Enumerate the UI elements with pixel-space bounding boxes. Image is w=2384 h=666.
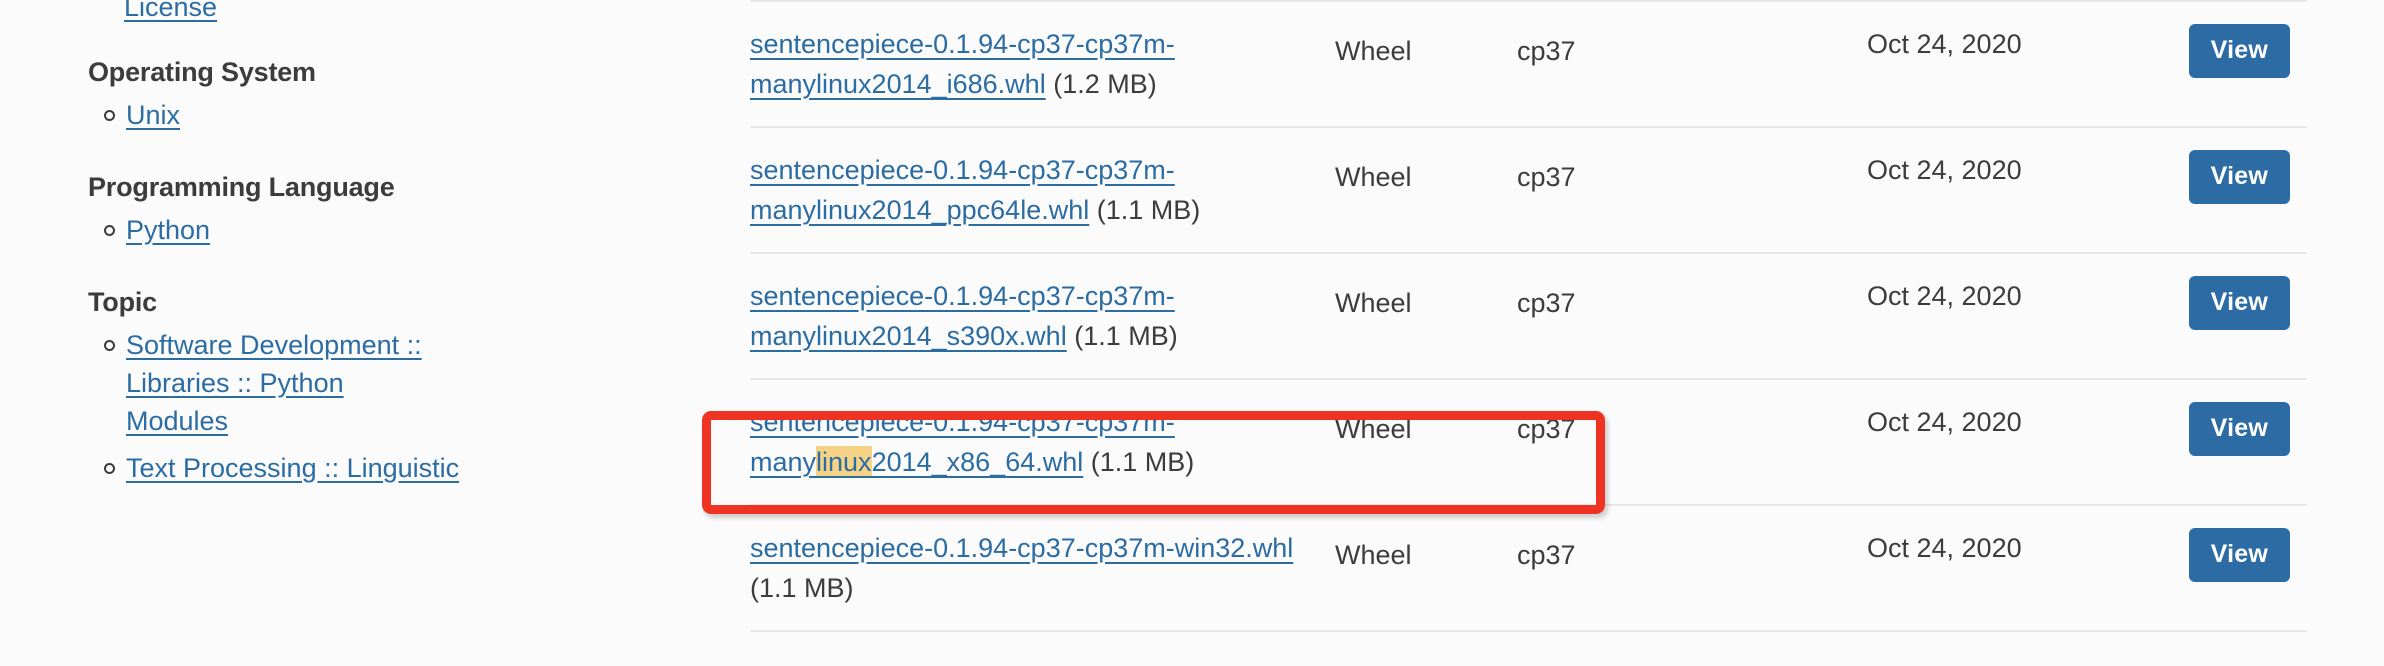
table-row: sentencepiece-0.1.94-cp37-cp37m-manylinu… <box>750 0 2307 126</box>
view-button[interactable]: View <box>2188 528 2290 582</box>
file-size-label: (1.2 MB) <box>1053 69 1157 99</box>
list-item: Python <box>88 211 660 254</box>
file-name-cell: sentencepiece-0.1.94-cp37-cp37m-win32.wh… <box>750 506 1335 630</box>
sidebar-item-list: Python <box>88 211 660 254</box>
sidebar-group: Programming Language Python <box>88 169 660 254</box>
sidebar-link-license[interactable]: License <box>124 0 217 24</box>
table-row: sentencepiece-0.1.94-cp37-cp37m-manylinu… <box>750 126 2307 252</box>
bullet-circle-icon <box>104 110 115 121</box>
sidebar-group: TopicSoftware Development :: Libraries :… <box>88 284 660 492</box>
python-version-cell: cp37 <box>1517 540 1576 570</box>
sidebar-group-heading: Topic <box>88 287 157 317</box>
action-cell: View <box>2129 506 2307 604</box>
table-row: sentencepiece-0.1.94-cp37-cp37m-manylinu… <box>750 252 2307 378</box>
sidebar-item-list: Software Development :: Libraries :: Pyt… <box>88 326 660 492</box>
view-button[interactable]: View <box>2188 150 2290 204</box>
file-name-cell: sentencepiece-0.1.94-cp37-cp37m-manylinu… <box>750 380 1335 504</box>
file-size-label: (1.1 MB) <box>1096 195 1201 225</box>
sidebar-group-list: Operating System Unix Programming Language… <box>88 54 660 492</box>
list-item: Text Processing :: Linguistic <box>88 449 660 492</box>
action-cell: View <box>2129 380 2307 478</box>
python-version-cell: cp37 <box>1517 414 1576 444</box>
python-version-cell: cp37 <box>1517 288 1576 318</box>
file-type-cell: Wheel <box>1335 540 1412 570</box>
sidebar-group: Operating System Unix <box>88 54 660 139</box>
view-button[interactable]: View <box>2188 24 2290 78</box>
sidebar-group-heading: Programming Language <box>88 172 395 202</box>
sidebar-classifier-link[interactable]: Python <box>126 215 210 245</box>
upload-date-cell: Oct 24, 2020 <box>1867 407 2022 437</box>
file-size-label: (1.1 MB) <box>1090 447 1195 477</box>
classifiers-sidebar: License Operating System Unix Programming … <box>0 0 660 666</box>
file-type-cell: Wheel <box>1335 414 1412 444</box>
upload-date-cell: Oct 24, 2020 <box>1867 155 2022 185</box>
python-version-cell: cp37 <box>1517 36 1576 66</box>
table-row: sentencepiece-0.1.94-cp37-cp37m-win32.wh… <box>750 504 2307 632</box>
sidebar-classifier-link[interactable]: Unix <box>126 100 180 130</box>
file-size-label: (1.1 MB) <box>1074 321 1178 351</box>
file-name-cell: sentencepiece-0.1.94-cp37-cp37m-manylinu… <box>750 2 1335 126</box>
list-item: Unix <box>88 96 660 139</box>
file-size-label: (1.1 MB) <box>750 573 854 603</box>
release-files-table: sentencepiece-0.1.94-cp37-cp37m-manylinu… <box>750 0 2307 632</box>
sidebar-classifier-link[interactable]: Software Development :: Libraries :: Pyt… <box>126 326 426 440</box>
table-row: sentencepiece-0.1.94-cp37-cp37m-manylinu… <box>750 378 2307 504</box>
action-cell: View <box>2129 128 2307 226</box>
bullet-circle-icon <box>104 225 115 236</box>
file-name-cell: sentencepiece-0.1.94-cp37-cp37m-manylinu… <box>750 128 1335 252</box>
action-cell: View <box>2129 254 2307 352</box>
action-cell: View <box>2129 2 2307 100</box>
python-version-cell: cp37 <box>1517 162 1576 192</box>
search-match-highlight: linux <box>816 446 872 478</box>
list-item: Software Development :: Libraries :: Pyt… <box>88 326 660 445</box>
page-root: License Operating System Unix Programming … <box>0 0 2384 666</box>
view-button[interactable]: View <box>2188 276 2290 330</box>
bullet-circle-icon <box>104 340 115 351</box>
upload-date-cell: Oct 24, 2020 <box>1867 29 2022 59</box>
file-type-cell: Wheel <box>1335 36 1412 66</box>
file-name-suffix: 2014_x86_64.whl <box>871 447 1084 477</box>
file-name-cell: sentencepiece-0.1.94-cp37-cp37m-manylinu… <box>750 254 1335 378</box>
view-button[interactable]: View <box>2188 402 2290 456</box>
file-download-link[interactable]: sentencepiece-0.1.94-cp37-cp37m-win32.wh… <box>750 533 1293 563</box>
upload-date-cell: Oct 24, 2020 <box>1867 281 2022 311</box>
bullet-circle-icon <box>104 463 115 474</box>
file-type-cell: Wheel <box>1335 288 1412 318</box>
file-type-cell: Wheel <box>1335 162 1412 192</box>
upload-date-cell: Oct 24, 2020 <box>1867 533 2022 563</box>
sidebar-classifier-link[interactable]: Text Processing :: Linguistic <box>126 453 459 483</box>
sidebar-group-heading: Operating System <box>88 57 316 87</box>
sidebar-item-list: Unix <box>88 96 660 139</box>
